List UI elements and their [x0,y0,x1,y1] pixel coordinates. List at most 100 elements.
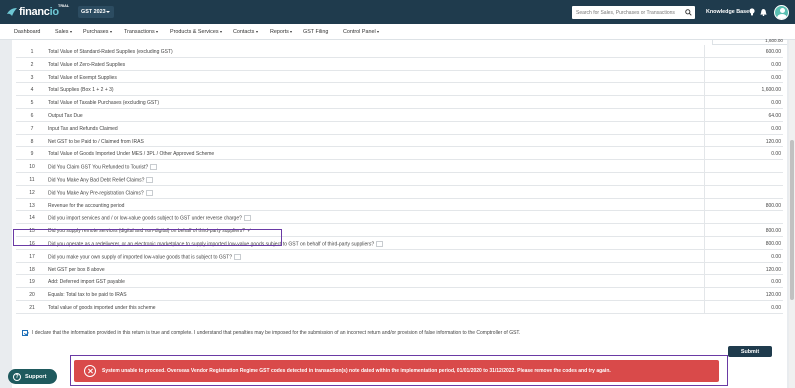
row-value: 0.00 [771,125,781,132]
search-input[interactable]: Search for Sales, Purchases or Transacti… [572,6,695,19]
nav-contacts[interactable]: Contacts [233,29,258,35]
table-row: 12 Did You Make Any Pre-registration Clai… [16,185,783,199]
row-number: 5 [30,100,34,107]
row-label: Did You Claim GST You Refunded to Touris… [48,164,158,171]
scrollbar[interactable] [789,40,795,388]
tourist-refund-checkbox[interactable] [150,164,158,171]
nav-purchases[interactable]: Purchases [83,29,112,35]
scrollbar-thumb[interactable] [790,140,794,300]
value-cell: 0.00 [704,275,783,289]
row-number: 10 [29,164,35,171]
table-row: 3 Total Value of Exempt Supplies 0.00 [16,70,783,84]
value-cell: 120.00 [704,134,783,148]
row-number: 2 [30,61,34,68]
gst-period-select[interactable]: GST 2023 [78,6,114,18]
bell-icon[interactable] [760,8,767,16]
nav-sales[interactable]: Sales [55,29,72,35]
table-row: 6 Output Tax Due 64.00 [16,109,783,122]
value-cell: 800.00 [704,237,783,250]
row-number: 14 [29,215,35,222]
table-row: 4 Total Supplies (Box 1 + 2 + 3) 1,600.00 [16,83,783,97]
row-15-highlight [13,229,282,246]
chevron-down-icon [255,30,258,33]
row-label: Total Value of Goods Imported Under MES … [48,151,215,158]
row-label: Did You Make Any Pre-registration Claims… [48,189,153,196]
row-label: Revenue for the accounting period [48,202,125,209]
top-bar: financio TRIAL GST 2023 Search for Sales… [0,0,795,24]
logo-wordmark: financio [19,6,59,18]
row-value: 600.00 [765,49,781,55]
redeliverer-checkbox[interactable] [376,241,384,247]
row-number: 4 [30,87,34,94]
row-label: Total Supplies (Box 1 + 2 + 3) [48,87,114,94]
row-value: 0.00 [771,305,781,311]
value-cell [704,173,783,186]
row-value: 64.00 [768,113,781,119]
row-label: Equals: Total tax to be paid to IRAS [48,292,127,299]
row-label: Did You Make Any Bad Debt Relief Claims? [48,177,154,183]
own-supply-checkbox[interactable] [233,253,241,260]
reverse-charge-checkbox[interactable] [243,215,251,222]
avatar[interactable] [774,5,789,20]
table-row: 13 Revenue for the accounting period 800.0… [16,198,783,212]
nav-control-panel[interactable]: Control Panel [343,29,380,35]
value-cell [704,160,783,173]
row-number: 18 [29,266,35,273]
knowledge-base-link[interactable]: Knowledge Base [706,9,749,15]
row-number: 8 [30,138,34,145]
pre-registration-checkbox[interactable] [145,189,153,196]
support-label: Support [25,373,47,380]
nav-transactions[interactable]: Transactions [124,29,159,35]
row-value: 120.00 [765,266,781,273]
row-number: 20 [29,292,35,299]
partial-top-value: 1,600.00 [765,38,783,43]
declaration-checkbox[interactable] [22,330,28,336]
value-cell: 800.00 [704,198,783,212]
chevron-down-icon [70,30,72,33]
avatar-head [779,8,785,13]
alert-highlight [70,355,728,386]
row-value: 800.00 [765,228,781,235]
row-value: 0.00 [771,253,781,260]
row-label: Did you import services and / or low-val… [48,215,251,222]
value-cell: 0.00 [704,96,783,109]
table-row: 11 Did You Make Any Bad Debt Relief Claim… [16,173,783,186]
row-value: 1,600.00 [761,87,781,94]
row-value: 800.00 [765,241,781,247]
row-label: Total Value of Exempt Supplies [48,74,117,81]
help-icon: ? [13,372,21,381]
table-row: 1 Total Value of Standard-Rated Supplies … [16,45,783,58]
table-row: 7 Input Tax and Refunds Claimed 0.00 [16,121,783,135]
row-number: 7 [30,125,34,132]
row-number: 19 [29,279,35,286]
value-cell: 0.00 [704,301,783,314]
table-row: 10 Did You Claim GST You Refunded to Tour… [16,160,783,173]
value-cell: 0.00 [704,147,783,161]
table-row: 2 Total Value of Zero-Rated Supplies 0.00 [16,57,783,71]
nav-reports[interactable]: Reports [270,29,293,35]
lightbulb-icon[interactable] [749,8,755,16]
search-icon[interactable] [685,9,692,16]
value-cell: 1,600.00 [704,83,783,97]
row-label: Total Value of Standard-Rated Supplies (… [48,49,173,55]
row-value: 0.00 [771,279,781,286]
financio-logo[interactable]: financio TRIAL [6,4,69,19]
row-value: 0.00 [771,61,781,68]
value-cell: 0.00 [704,70,783,84]
row-label: Total Value of Zero-Rated Supplies [48,61,126,68]
nav-gst-filing[interactable]: GST Filing [303,29,328,35]
row-number: 13 [29,202,35,209]
row-label: Net GST per box 8 above [48,266,105,273]
table-row: 18 Net GST per box 8 above 120.00 [16,262,783,276]
row-value: 0.00 [771,100,781,107]
nav-products-services[interactable]: Products & Services [170,29,223,35]
nav-dashboard[interactable]: Dashboard [14,29,40,35]
support-button[interactable]: ? Support [8,369,57,384]
value-cell: 600.00 [704,45,783,58]
chevron-down-icon [290,30,293,33]
row-value: 120.00 [765,138,781,145]
submit-button[interactable]: Submit [728,346,772,357]
declaration: I declare that the information provided … [22,330,722,338]
bad-debt-relief-checkbox[interactable] [146,177,154,183]
row-number: 6 [30,113,34,119]
